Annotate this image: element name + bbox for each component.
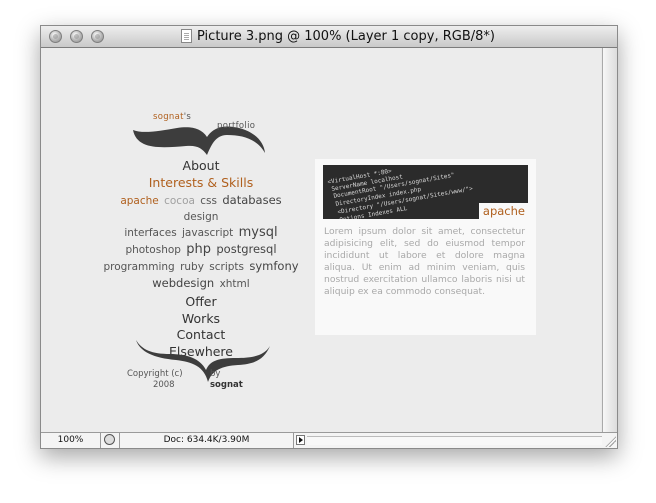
zoom-level-field[interactable]: 100% <box>41 433 101 448</box>
close-window-button[interactable] <box>49 30 62 43</box>
resize-grip-icon[interactable] <box>604 435 616 447</box>
skill-interfaces[interactable]: interfaces <box>124 227 176 239</box>
nav-works[interactable]: Works <box>101 311 301 328</box>
horizontal-scrollbar[interactable] <box>307 436 602 445</box>
window-title: Picture 3.png @ 100% (Layer 1 copy, RGB/… <box>197 29 495 44</box>
zoom-window-button[interactable] <box>91 30 104 43</box>
skill-detail-panel: <VirtualHost *:80> ServerName localhost … <box>315 159 536 335</box>
copyright-year: 2008 <box>152 380 175 390</box>
image-canvas[interactable]: sognat's portfolio About Interests & Ski… <box>41 48 601 432</box>
status-info-icon[interactable] <box>104 434 115 445</box>
author-block: by sognat <box>210 369 243 391</box>
title-bar[interactable]: Picture 3.png @ 100% (Layer 1 copy, RGB/… <box>41 26 617 48</box>
author-by: by <box>210 369 221 379</box>
skill-apache[interactable]: apache <box>120 195 158 207</box>
copyright-text: Copyright (c) <box>127 369 183 379</box>
logo-suffix: 's <box>183 112 192 122</box>
skill-photoshop[interactable]: photoshop <box>125 244 181 256</box>
skill-xhtml[interactable]: xhtml <box>220 278 250 290</box>
status-bar: 100% Doc: 634.4K/3.90M <box>41 432 617 448</box>
panel-description: Lorem ipsum dolor sit amet, consectetur … <box>324 226 525 298</box>
copyright-block: Copyright (c) 2008 <box>127 369 183 391</box>
author-name: sognat <box>210 380 243 390</box>
skill-webdesign[interactable]: webdesign <box>152 276 214 290</box>
nav-interests-skills[interactable]: Interests & Skills <box>101 175 301 192</box>
skill-mysql[interactable]: mysql <box>239 225 278 240</box>
skill-php[interactable]: php <box>186 242 211 257</box>
skill-design[interactable]: design <box>184 211 219 223</box>
logo-sognat: sognat <box>153 112 184 122</box>
skill-programming[interactable]: programming <box>103 261 174 273</box>
vertical-scrollbar[interactable] <box>602 48 617 432</box>
document-proxy-icon[interactable] <box>181 29 192 43</box>
logo-name: sognat's <box>153 112 191 122</box>
document-size: Doc: 634.4K/3.90M <box>119 433 294 448</box>
skill-databases[interactable]: databases <box>222 193 281 207</box>
skill-symfony[interactable]: symfony <box>249 259 298 273</box>
skill-javascript[interactable]: javascript <box>182 227 233 239</box>
skill-scripts[interactable]: scripts <box>209 261 244 273</box>
nav-about[interactable]: About <box>101 158 301 175</box>
logo-portfolio: portfolio <box>217 121 256 131</box>
skills-tag-cloud: apache cocoa css databases design interf… <box>101 192 301 292</box>
panel-tag-apache: apache <box>478 203 528 220</box>
main-navigation: About Interests & Skills apache cocoa cs… <box>101 158 301 360</box>
skill-cocoa[interactable]: cocoa <box>164 195 195 207</box>
skill-ruby[interactable]: ruby <box>180 261 204 273</box>
photoshop-window: Picture 3.png @ 100% (Layer 1 copy, RGB/… <box>40 25 618 449</box>
skill-postgresql[interactable]: postgresql <box>216 242 276 256</box>
nav-offer[interactable]: Offer <box>101 294 301 311</box>
status-menu-arrow-icon[interactable] <box>296 435 305 445</box>
minimize-window-button[interactable] <box>70 30 83 43</box>
skill-css[interactable]: css <box>200 195 217 207</box>
